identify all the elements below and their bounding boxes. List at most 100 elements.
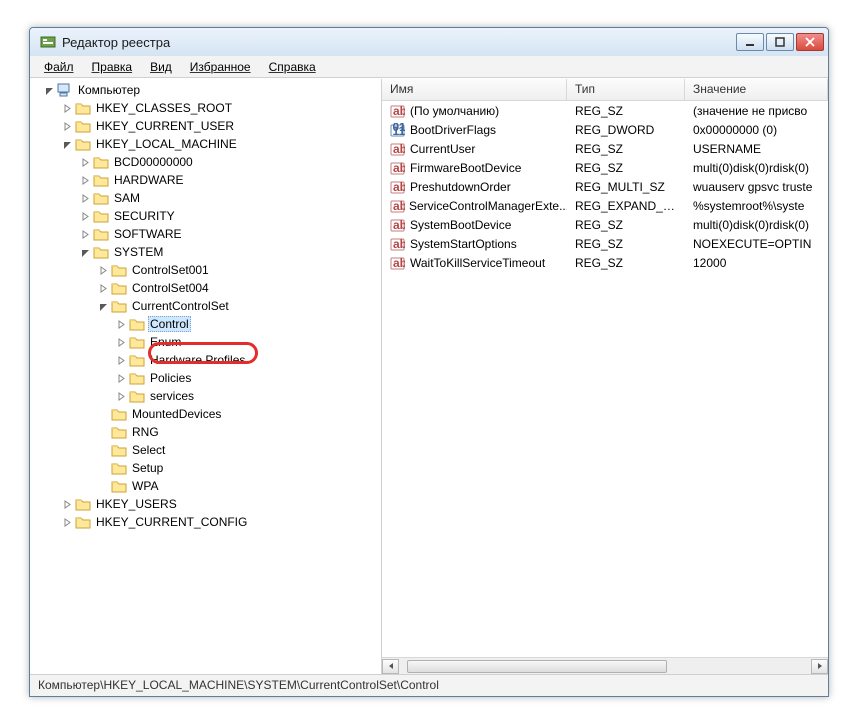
tree-node-services[interactable]: services [30, 387, 381, 405]
expander-closed-icon[interactable] [98, 265, 109, 276]
tree-label: SECURITY [112, 209, 177, 223]
expander-closed-icon[interactable] [116, 391, 127, 402]
tree-node-enum[interactable]: Enum [30, 333, 381, 351]
value-data: NOEXECUTE=OPTIN [685, 237, 828, 251]
tree-node-select[interactable]: Select [30, 441, 381, 459]
expander-closed-icon[interactable] [98, 283, 109, 294]
value-type: REG_SZ [567, 161, 685, 175]
expander-closed-icon[interactable] [62, 103, 73, 114]
value-row[interactable]: ServiceControlManagerExte...REG_EXPAND_S… [382, 196, 828, 215]
value-data: multi(0)disk(0)rdisk(0) [685, 218, 828, 232]
tree-node-bcd[interactable]: BCD00000000 [30, 153, 381, 171]
folder-icon [93, 191, 109, 205]
value-name: (По умолчанию) [410, 104, 499, 118]
value-name: SystemStartOptions [410, 237, 517, 251]
expander-open-icon[interactable] [98, 301, 109, 312]
tree-node-hardware[interactable]: HARDWARE [30, 171, 381, 189]
value-type: REG_SZ [567, 104, 685, 118]
folder-icon [111, 281, 127, 295]
tree-node-hkcr[interactable]: HKEY_CLASSES_ROOT [30, 99, 381, 117]
list-pane: Имя Тип Значение (По умолчанию)REG_SZ(зн… [382, 79, 828, 674]
expander-closed-icon[interactable] [62, 499, 73, 510]
expander-closed-icon[interactable] [62, 121, 73, 132]
app-icon [40, 34, 56, 50]
folder-icon [111, 407, 127, 421]
expander-closed-icon[interactable] [80, 175, 91, 186]
tree-node-hku[interactable]: HKEY_USERS [30, 495, 381, 513]
tree-node-control[interactable]: Control [30, 315, 381, 333]
tree-node-hwprof[interactable]: Hardware Profiles [30, 351, 381, 369]
menu-file[interactable]: Файл [36, 58, 82, 76]
expander-closed-icon[interactable] [80, 193, 91, 204]
expander-open-icon[interactable] [44, 85, 55, 96]
col-name[interactable]: Имя [382, 79, 567, 100]
expander-closed-icon[interactable] [80, 211, 91, 222]
tree-node-sam[interactable]: SAM [30, 189, 381, 207]
tree-node-mounted[interactable]: MountedDevices [30, 405, 381, 423]
string-value-icon [390, 142, 406, 156]
menu-edit[interactable]: Правка [84, 58, 141, 76]
folder-icon [75, 119, 91, 133]
tree-node-security[interactable]: SECURITY [30, 207, 381, 225]
close-button[interactable] [796, 33, 824, 51]
value-row[interactable]: BootDriverFlagsREG_DWORD0x00000000 (0) [382, 120, 828, 139]
folder-icon [75, 515, 91, 529]
expander-closed-icon[interactable] [80, 229, 91, 240]
tree-node-cs1[interactable]: ControlSet001 [30, 261, 381, 279]
value-data: 0x00000000 (0) [685, 123, 828, 137]
col-value[interactable]: Значение [685, 79, 828, 100]
tree-node-rng[interactable]: RNG [30, 423, 381, 441]
value-row[interactable]: PreshutdownOrderREG_MULTI_SZwuauserv gps… [382, 177, 828, 196]
tree-node-root[interactable]: Компьютер [30, 81, 381, 99]
expander-closed-icon[interactable] [62, 517, 73, 528]
h-scrollbar[interactable] [382, 657, 828, 674]
tree-label: Hardware Profiles [148, 353, 247, 367]
value-row[interactable]: WaitToKillServiceTimeoutREG_SZ12000 [382, 253, 828, 272]
tree-node-hklm[interactable]: HKEY_LOCAL_MACHINE [30, 135, 381, 153]
value-row[interactable]: SystemStartOptionsREG_SZ NOEXECUTE=OPTIN [382, 234, 828, 253]
scroll-thumb[interactable] [407, 660, 667, 673]
tree-node-software[interactable]: SOFTWARE [30, 225, 381, 243]
tree-node-wpa[interactable]: WPA [30, 477, 381, 495]
tree-node-system[interactable]: SYSTEM [30, 243, 381, 261]
value-row[interactable]: CurrentUserREG_SZUSERNAME [382, 139, 828, 158]
list-body[interactable]: (По умолчанию)REG_SZ(значение не присвоB… [382, 101, 828, 657]
scroll-right-button[interactable] [811, 659, 828, 674]
col-type[interactable]: Тип [567, 79, 685, 100]
menu-view[interactable]: Вид [142, 58, 180, 76]
tree-label: HKEY_USERS [94, 497, 179, 511]
value-type: REG_EXPAND_SZ [567, 199, 685, 213]
folder-icon [93, 245, 109, 259]
titlebar[interactable]: Редактор реестра [30, 28, 828, 56]
scroll-left-button[interactable] [382, 659, 399, 674]
tree-node-hkcc[interactable]: HKEY_CURRENT_CONFIG [30, 513, 381, 531]
value-row[interactable]: FirmwareBootDeviceREG_SZmulti(0)disk(0)r… [382, 158, 828, 177]
menu-help[interactable]: Справка [261, 58, 324, 76]
maximize-button[interactable] [766, 33, 794, 51]
tree-node-setup[interactable]: Setup [30, 459, 381, 477]
value-row[interactable]: SystemBootDeviceREG_SZmulti(0)disk(0)rdi… [382, 215, 828, 234]
tree-node-cs4[interactable]: ControlSet004 [30, 279, 381, 297]
expander-closed-icon[interactable] [116, 319, 127, 330]
folder-icon [93, 227, 109, 241]
tree-label: Select [130, 443, 167, 457]
expander-closed-icon[interactable] [116, 373, 127, 384]
tree-node-policies[interactable]: Policies [30, 369, 381, 387]
tree-label: HKEY_CLASSES_ROOT [94, 101, 234, 115]
value-name: PreshutdownOrder [410, 180, 511, 194]
computer-icon [57, 83, 73, 97]
expander-open-icon[interactable] [62, 139, 73, 150]
tree-node-ccs[interactable]: CurrentControlSet [30, 297, 381, 315]
list-header[interactable]: Имя Тип Значение [382, 79, 828, 101]
tree-node-hkcu[interactable]: HKEY_CURRENT_USER [30, 117, 381, 135]
menu-favorites[interactable]: Избранное [182, 58, 259, 76]
expander-closed-icon[interactable] [116, 337, 127, 348]
expander-closed-icon[interactable] [80, 157, 91, 168]
expander-open-icon[interactable] [80, 247, 91, 258]
scroll-track[interactable] [399, 659, 811, 674]
minimize-button[interactable] [736, 33, 764, 51]
value-row[interactable]: (По умолчанию)REG_SZ(значение не присво [382, 101, 828, 120]
tree-pane[interactable]: Компьютер HKEY_CLASSES_ROOT HKEY_CURRENT_U… [30, 79, 382, 674]
expander-closed-icon[interactable] [116, 355, 127, 366]
tree-label: Enum [148, 335, 183, 349]
